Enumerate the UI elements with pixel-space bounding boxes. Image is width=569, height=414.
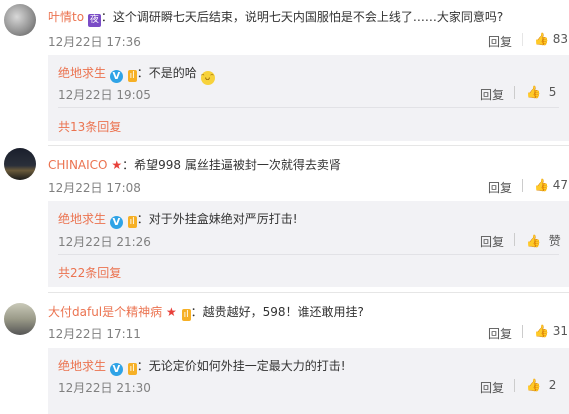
reply-thread: 绝地求生 V ıl ：不是的哈 ᵔᴗᵔ 12月22日 19:05 回复 👍 5 共… bbox=[48, 55, 569, 141]
divider bbox=[58, 107, 559, 108]
thumbs-up-icon: 👍 bbox=[526, 85, 541, 99]
divider bbox=[58, 254, 559, 255]
thumbs-up-icon: 👍 bbox=[534, 178, 549, 192]
divider bbox=[48, 292, 569, 293]
like-count: 5 bbox=[548, 85, 557, 99]
reply-button[interactable]: 回复 bbox=[488, 179, 512, 196]
comment-username[interactable]: CHINAICO bbox=[48, 158, 108, 172]
reply-username[interactable]: 绝地求生 bbox=[58, 212, 106, 226]
reply-button[interactable]: 回复 bbox=[480, 379, 504, 396]
reply-username[interactable]: 绝地求生 bbox=[58, 359, 106, 373]
like-count: 83 bbox=[552, 32, 569, 46]
verified-v-icon: V bbox=[109, 216, 123, 229]
reply-thread: 绝地求生 V ıl ：无论定价如何外挂一定最大力的打击! 12月22日 21:30… bbox=[48, 348, 569, 414]
reply-thread: 绝地求生 V ıl ：对于外挂盒妹绝对严厉打击! 12月22日 21:26 回复 … bbox=[48, 201, 569, 287]
level-badge: ıl bbox=[127, 216, 137, 228]
comment-time: 12月22日 17:08 bbox=[48, 181, 141, 195]
divider bbox=[514, 233, 515, 246]
comment-text: ：这个调研瞬七天后结束，说明七天内国服怕是不会上线了……大家同意吗? bbox=[100, 10, 504, 24]
star-icon: ★ bbox=[165, 305, 177, 319]
comment-header: 大付daful是个精神病 ★ ıl ：越贵越好，598！谁还敢用挂? bbox=[48, 303, 364, 321]
reply-time: 12月22日 21:30 bbox=[58, 381, 151, 395]
reply-username[interactable]: 绝地求生 bbox=[58, 66, 106, 80]
like-count: 31 bbox=[552, 324, 569, 338]
reply-button[interactable]: 回复 bbox=[480, 233, 504, 250]
divider bbox=[48, 145, 569, 146]
comment-header: 叶情to 夜：这个调研瞬七天后结束，说明七天内国服怕是不会上线了……大家同意吗? bbox=[48, 8, 503, 27]
avatar[interactable] bbox=[4, 303, 36, 335]
level-badge: ıl bbox=[127, 363, 137, 375]
user-badge: 夜 bbox=[87, 14, 101, 27]
divider bbox=[522, 33, 523, 46]
like-button[interactable]: 👍 5 bbox=[526, 85, 556, 99]
like-button[interactable]: 👍 83 bbox=[534, 32, 568, 46]
comment-text: ：希望998 属丝挂逼被封一次就得去卖肾 bbox=[122, 158, 341, 172]
avatar[interactable] bbox=[4, 4, 36, 36]
divider bbox=[514, 379, 515, 392]
reply-header: 绝地求生 V ıl ：不是的哈 ᵔᴗᵔ bbox=[58, 64, 215, 85]
reply-header: 绝地求生 V ıl ：对于外挂盒妹绝对严厉打击! bbox=[58, 210, 298, 229]
divider bbox=[522, 179, 523, 192]
thumbs-up-icon: 👍 bbox=[526, 378, 541, 392]
thumbs-up-icon: 👍 bbox=[534, 324, 549, 338]
reply-text: ：对于外挂盒妹绝对严厉打击! bbox=[136, 212, 298, 226]
more-replies-link[interactable]: 共13条回复 bbox=[58, 118, 121, 135]
like-label: 赞 bbox=[548, 234, 561, 248]
reply-text: ：无论定价如何外挂一定最大力的打击! bbox=[136, 359, 346, 373]
divider bbox=[514, 86, 515, 99]
reply-header: 绝地求生 V ıl ：无论定价如何外挂一定最大力的打击! bbox=[58, 357, 346, 376]
comment-time: 12月22日 17:11 bbox=[48, 327, 141, 341]
like-button[interactable]: 👍 47 bbox=[534, 178, 568, 192]
star-icon: ★ bbox=[111, 158, 123, 172]
avatar[interactable] bbox=[4, 148, 36, 180]
like-count: 47 bbox=[552, 178, 569, 192]
more-replies-link[interactable]: 共22条回复 bbox=[58, 264, 121, 281]
comment-time: 12月22日 17:36 bbox=[48, 35, 141, 49]
thumbs-up-icon: 👍 bbox=[526, 234, 541, 248]
like-count: 2 bbox=[548, 378, 557, 392]
comment-header: CHINAICO ★：希望998 属丝挂逼被封一次就得去卖肾 bbox=[48, 156, 341, 173]
reply-button[interactable]: 回复 bbox=[488, 33, 512, 50]
comment-username[interactable]: 叶情to bbox=[48, 10, 84, 24]
reply-time: 12月22日 19:05 bbox=[58, 88, 151, 102]
reply-text: ：不是的哈 bbox=[136, 66, 197, 80]
comment-text: ：越贵越好，598！谁还敢用挂? bbox=[190, 305, 364, 319]
like-button[interactable]: 👍 赞 bbox=[526, 232, 561, 249]
divider bbox=[522, 325, 523, 338]
like-button[interactable]: 👍 2 bbox=[526, 378, 556, 392]
verified-v-icon: V bbox=[109, 363, 123, 376]
reply-time: 12月22日 21:26 bbox=[58, 235, 151, 249]
level-badge: ıl bbox=[181, 309, 191, 321]
verified-v-icon: V bbox=[109, 70, 123, 83]
reply-button[interactable]: 回复 bbox=[480, 86, 504, 103]
smile-emoji-icon: ᵔᴗᵔ bbox=[200, 71, 215, 85]
reply-button[interactable]: 回复 bbox=[488, 325, 512, 342]
thumbs-up-icon: 👍 bbox=[534, 32, 549, 46]
like-button[interactable]: 👍 31 bbox=[534, 324, 568, 338]
level-badge: ıl bbox=[127, 70, 137, 82]
comment-username[interactable]: 大付daful是个精神病 bbox=[48, 305, 162, 319]
